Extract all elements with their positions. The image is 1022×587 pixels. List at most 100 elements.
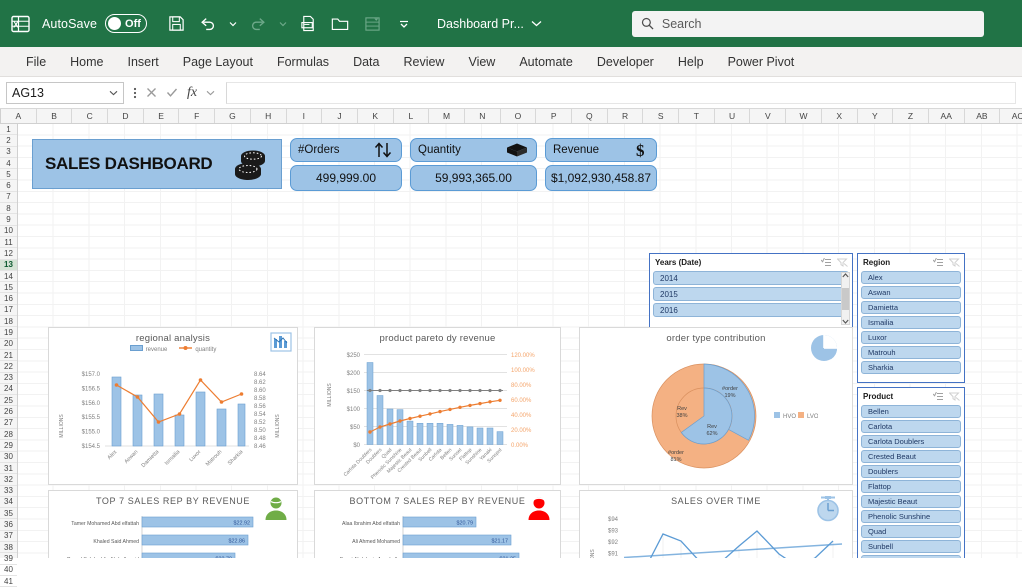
row-header-7[interactable]: 7 xyxy=(0,192,17,204)
slicer-item[interactable]: Quad xyxy=(861,525,961,538)
column-header-y[interactable]: Y xyxy=(858,109,894,123)
slicer-item[interactable]: Alex xyxy=(861,271,961,284)
cancel-icon[interactable] xyxy=(146,87,157,98)
row-header-23[interactable]: 23 xyxy=(0,373,17,384)
slicer-item[interactable]: Carlota Doublers xyxy=(861,435,961,448)
row-header-3[interactable]: 3 xyxy=(0,147,17,158)
clear-filter-icon[interactable] xyxy=(949,258,960,267)
column-header-z[interactable]: Z xyxy=(893,109,929,123)
column-header-m[interactable]: M xyxy=(429,109,465,123)
slicer-region[interactable]: Region Alex Aswan Damietta Ismailia Luxor Mat… xyxy=(857,253,965,383)
autosave-toggle[interactable]: Off xyxy=(105,14,148,33)
name-box[interactable]: AG13 xyxy=(6,81,124,104)
select-all-corner[interactable] xyxy=(0,109,1,123)
multi-select-icon[interactable] xyxy=(933,391,944,401)
row-header-36[interactable]: 36 xyxy=(0,519,17,531)
tab-power-pivot[interactable]: Power Pivot xyxy=(716,51,807,73)
row-header-27[interactable]: 27 xyxy=(0,418,17,430)
tab-insert[interactable]: Insert xyxy=(116,51,171,73)
column-header-n[interactable]: N xyxy=(465,109,501,123)
redo-icon[interactable] xyxy=(243,9,273,39)
column-header-r[interactable]: R xyxy=(608,109,644,123)
slicer-item[interactable]: Matrouh xyxy=(861,346,961,359)
search-box[interactable]: Search xyxy=(631,10,984,37)
row-header-22[interactable]: 22 xyxy=(0,361,17,373)
more-options-icon[interactable] xyxy=(133,86,137,100)
tab-home[interactable]: Home xyxy=(58,51,115,73)
tab-file[interactable]: File xyxy=(14,51,58,73)
slicer-item[interactable]: Sharkia xyxy=(861,361,961,374)
row-header-12[interactable]: 12 xyxy=(0,248,17,260)
slicer-item[interactable]: Sunbell xyxy=(861,540,961,553)
slicer-item[interactable]: Flattop xyxy=(861,480,961,493)
column-header-q[interactable]: Q xyxy=(572,109,608,123)
column-header-b[interactable]: B xyxy=(37,109,73,123)
slicer-item[interactable]: Carlota xyxy=(861,420,961,433)
column-header-p[interactable]: P xyxy=(536,109,572,123)
row-header-19[interactable]: 19 xyxy=(0,327,17,339)
document-name-button[interactable]: Dashboard Pr... xyxy=(437,17,542,31)
column-header-l[interactable]: L xyxy=(394,109,430,123)
open-icon[interactable] xyxy=(325,9,355,39)
row-header-31[interactable]: 31 xyxy=(0,463,17,475)
row-header-4[interactable]: 4 xyxy=(0,158,17,170)
column-header-x[interactable]: X xyxy=(822,109,858,123)
row-header-35[interactable]: 35 xyxy=(0,508,17,520)
print-preview-icon[interactable] xyxy=(293,9,323,39)
row-header-39[interactable]: 39 xyxy=(0,553,17,565)
column-header-v[interactable]: V xyxy=(750,109,787,123)
column-header-w[interactable]: W xyxy=(786,109,822,123)
row-header-18[interactable]: 18 xyxy=(0,316,17,328)
enter-icon[interactable] xyxy=(166,87,178,98)
scroll-up-icon[interactable] xyxy=(842,273,849,278)
save-icon[interactable] xyxy=(161,9,191,39)
row-header-20[interactable]: 20 xyxy=(0,339,17,350)
slicer-item[interactable]: Damietta xyxy=(861,301,961,314)
row-header-24[interactable]: 24 xyxy=(0,384,17,396)
row-header-2[interactable]: 2 xyxy=(0,135,17,147)
chart-top-7-sales-rep[interactable]: TOP 7 SALES REP BY REVENUE Tamer Mohamed… xyxy=(48,490,298,558)
row-header-1[interactable]: 1 xyxy=(0,124,17,136)
column-header-e[interactable]: E xyxy=(144,109,180,123)
row-header-33[interactable]: 33 xyxy=(0,486,17,497)
slicer-item[interactable]: Aswan xyxy=(861,286,961,299)
tab-automate[interactable]: Automate xyxy=(507,51,585,73)
slicer-item[interactable]: Majestic Beaut xyxy=(861,495,961,508)
chart-regional-analysis[interactable]: regional analysis revenue quantity MILLI… xyxy=(48,327,298,485)
chart-sales-over-time[interactable]: SALES OVER TIME MILLIONS $94 $93 $92 $91… xyxy=(579,490,853,558)
column-header-h[interactable]: H xyxy=(251,109,287,123)
undo-icon[interactable] xyxy=(193,9,223,39)
slicer-product[interactable]: Product Bellen Carlota Carlota Doublers Cre… xyxy=(857,387,965,558)
column-header-ac[interactable]: AC xyxy=(1000,109,1022,123)
row-header-37[interactable]: 37 xyxy=(0,531,17,542)
row-header-16[interactable]: 16 xyxy=(0,293,17,305)
row-header-21[interactable]: 21 xyxy=(0,350,17,362)
tab-help[interactable]: Help xyxy=(666,51,716,73)
slicer-item[interactable]: Luxor xyxy=(861,331,961,344)
row-header-30[interactable]: 30 xyxy=(0,452,17,463)
row-header-8[interactable]: 8 xyxy=(0,203,17,215)
row-header-14[interactable]: 14 xyxy=(0,271,17,283)
row-header-32[interactable]: 32 xyxy=(0,474,17,486)
row-header-25[interactable]: 25 xyxy=(0,395,17,407)
chart-order-type-contribution[interactable]: order type contribution #order 19% Rev 3… xyxy=(579,327,853,485)
chart-bottom-7-sales-rep[interactable]: BOTTOM 7 SALES REP BY REVENUE Alaa Ibrah… xyxy=(314,490,561,558)
tab-formulas[interactable]: Formulas xyxy=(265,51,341,73)
row-header-11[interactable]: 11 xyxy=(0,237,17,249)
row-header-9[interactable]: 9 xyxy=(0,214,17,226)
slicer-item[interactable]: 2015 xyxy=(653,287,849,301)
formula-input[interactable] xyxy=(226,81,1016,104)
column-header-a[interactable]: A xyxy=(1,109,37,123)
column-header-j[interactable]: J xyxy=(322,109,358,123)
slicer-item[interactable]: Crested Beaut xyxy=(861,450,961,463)
scroll-down-icon[interactable] xyxy=(842,319,849,324)
column-header-i[interactable]: I xyxy=(287,109,323,123)
slicer-item[interactable]: 2014 xyxy=(653,271,849,285)
tab-view[interactable]: View xyxy=(456,51,507,73)
tab-data[interactable]: Data xyxy=(341,51,391,73)
column-header-f[interactable]: F xyxy=(179,109,216,123)
column-header-g[interactable]: G xyxy=(215,109,251,123)
slicer-item[interactable]: Ismailia xyxy=(861,316,961,329)
column-header-o[interactable]: O xyxy=(501,109,537,123)
row-header-13[interactable]: 13 xyxy=(0,259,17,271)
